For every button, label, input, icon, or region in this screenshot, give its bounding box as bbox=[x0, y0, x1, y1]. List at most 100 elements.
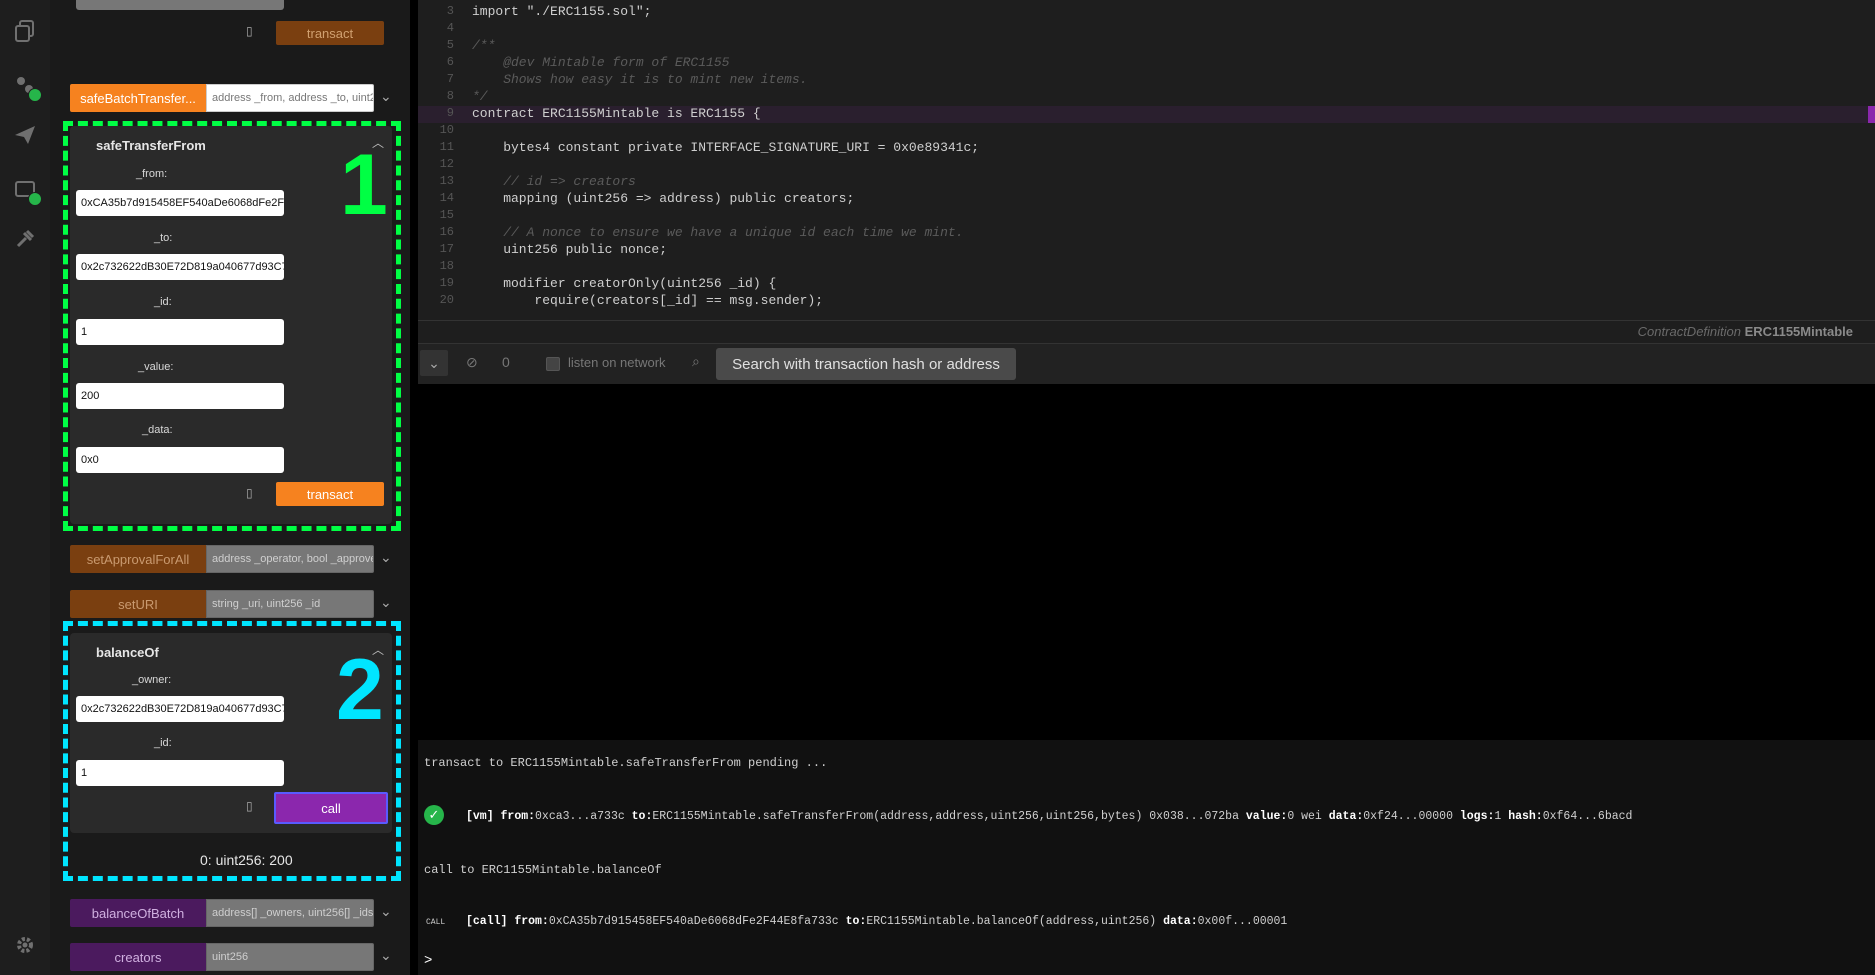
line-number: 10 bbox=[439, 123, 454, 137]
call-badge: CALL bbox=[426, 918, 446, 927]
code-line: 9 contract ERC1155Mintable is ERC1155 { bbox=[418, 106, 1875, 123]
listen-checkbox[interactable] bbox=[546, 357, 560, 371]
code-line: 5 /** bbox=[418, 38, 1875, 55]
search-icon: ⌕ bbox=[692, 353, 700, 369]
function-row-balanceOfBatch: balanceOfBatch address[] _owners, uint25… bbox=[70, 899, 374, 927]
collapse-terminal-icon[interactable]: ⌄ bbox=[420, 350, 448, 376]
code-editor[interactable]: 3 import "./ERC1155.sol"; 4 5 /** 6 @dev Mint… bbox=[418, 0, 1875, 344]
line-code: */ bbox=[472, 89, 488, 104]
line-code: bytes4 constant private INTERFACE_SIGNAT… bbox=[472, 140, 980, 155]
code-line: 7 Shows how easy it is to mint new items… bbox=[418, 72, 1875, 89]
log-pending: transact to ERC1155Mintable.safeTransfer… bbox=[424, 756, 828, 770]
terminal-logs: transact to ERC1155Mintable.safeTransfer… bbox=[418, 740, 1875, 975]
line-number: 6 bbox=[446, 55, 454, 69]
chevron-down-icon[interactable]: ⌄ bbox=[380, 549, 392, 566]
line-code: uint256 public nonce; bbox=[472, 242, 668, 257]
code-line: 15 bbox=[418, 208, 1875, 225]
chevron-down-icon[interactable]: ⌄ bbox=[380, 88, 392, 105]
chevron-down-icon[interactable]: ⌄ bbox=[380, 594, 392, 611]
annotation-box-1 bbox=[63, 121, 401, 531]
code-line: 11 bytes4 constant private INTERFACE_SIG… bbox=[418, 140, 1875, 157]
editor-status-bar: ContractDefinition ERC1155Mintable bbox=[418, 320, 1875, 344]
settings-icon[interactable] bbox=[14, 934, 36, 956]
code-line: 13 // id => creators bbox=[418, 174, 1875, 191]
line-code: modifier creatorOnly(uint256 _id) { bbox=[472, 276, 777, 291]
log-vm-transaction[interactable]: [vm] from:0xca3...a733c to:ERC1155Mintab… bbox=[466, 810, 1632, 823]
line-number: 4 bbox=[446, 21, 454, 35]
setURI-params-input[interactable]: string _uri, uint256 _id bbox=[206, 590, 374, 618]
code-line: 19 modifier creatorOnly(uint256 _id) { bbox=[418, 276, 1875, 293]
safeBatchTransferFrom-params-input[interactable]: address _from, address _to, uint256[] _i… bbox=[206, 84, 374, 112]
line-code: contract ERC1155Mintable is ERC1155 { bbox=[472, 106, 761, 121]
status-name: ERC1155Mintable bbox=[1744, 324, 1853, 339]
icon-sidebar bbox=[0, 0, 50, 975]
line-number: 13 bbox=[439, 174, 454, 188]
partial-input[interactable] bbox=[76, 0, 284, 10]
code-line: 17 uint256 public nonce; bbox=[418, 242, 1875, 259]
chevron-down-icon[interactable]: ⌄ bbox=[380, 947, 392, 964]
code-line: 3 import "./ERC1155.sol"; bbox=[418, 4, 1875, 21]
line-number: 18 bbox=[439, 259, 454, 273]
success-check-icon bbox=[28, 88, 42, 102]
success-check-icon bbox=[28, 192, 42, 206]
line-number: 16 bbox=[439, 225, 454, 239]
line-number: 9 bbox=[446, 106, 454, 120]
clipboard-icon[interactable]: ▯ bbox=[246, 24, 253, 38]
deploy-icon[interactable] bbox=[14, 124, 36, 146]
code-line: 8 */ bbox=[418, 89, 1875, 106]
setApprovalForAll-params-input[interactable]: address _operator, bool _approved bbox=[206, 545, 374, 573]
line-number: 17 bbox=[439, 242, 454, 256]
line-code: require(creators[_id] == msg.sender); bbox=[472, 293, 824, 308]
balanceOfBatch-params-input[interactable]: address[] _owners, uint256[] _ids bbox=[206, 899, 374, 927]
balanceOfBatch-button[interactable]: balanceOfBatch bbox=[70, 899, 206, 927]
code-line: 18 bbox=[418, 259, 1875, 276]
status-text: ContractDefinition ERC1155Mintable bbox=[1638, 324, 1853, 339]
setApprovalForAll-button[interactable]: setApprovalForAll bbox=[70, 545, 206, 573]
line-number: 8 bbox=[446, 89, 454, 103]
code-line: 4 bbox=[418, 21, 1875, 38]
chevron-down-icon[interactable]: ⌄ bbox=[380, 903, 392, 920]
code-line: 10 bbox=[418, 123, 1875, 140]
code-line: 20 require(creators[_id] == msg.sender); bbox=[418, 293, 1875, 310]
line-code: mapping (uint256 => address) public crea… bbox=[472, 191, 855, 206]
line-code: // id => creators bbox=[472, 174, 636, 189]
line-number: 20 bbox=[439, 293, 454, 307]
code-line: 6 @dev Mintable form of ERC1155 bbox=[418, 55, 1875, 72]
search-input[interactable]: Search with transaction hash or address bbox=[716, 348, 1016, 380]
line-number: 19 bbox=[439, 276, 454, 290]
code-line: 14 mapping (uint256 => address) public c… bbox=[418, 191, 1875, 208]
line-code: @dev Mintable form of ERC1155 bbox=[472, 55, 730, 70]
line-number: 11 bbox=[439, 140, 454, 154]
function-row-creators: creators uint256 bbox=[70, 943, 374, 971]
setURI-button[interactable]: setURI bbox=[70, 590, 206, 618]
code-line: 12 bbox=[418, 157, 1875, 174]
line-code: // A nonce to ensure we have a unique id… bbox=[472, 225, 964, 240]
log-call: call to ERC1155Mintable.balanceOf bbox=[424, 863, 662, 877]
transact-button[interactable]: transact bbox=[276, 21, 384, 45]
status-kind: ContractDefinition bbox=[1637, 324, 1741, 339]
line-number: 12 bbox=[439, 157, 454, 171]
annotation-box-2 bbox=[63, 621, 401, 881]
listen-label: listen on network bbox=[568, 355, 666, 370]
debug-icon[interactable] bbox=[14, 178, 42, 206]
function-row-safeBatchTransferFrom: safeBatchTransfer... address _from, addr… bbox=[70, 84, 374, 112]
terminal-body bbox=[418, 384, 1875, 740]
success-check-icon: ✓ bbox=[424, 805, 444, 825]
plugin-icon[interactable] bbox=[14, 228, 36, 250]
line-number: 14 bbox=[439, 191, 454, 205]
line-number: 5 bbox=[446, 38, 454, 52]
function-row-setURI: setURI string _uri, uint256 _id bbox=[70, 590, 374, 618]
terminal-prompt[interactable]: > bbox=[424, 953, 432, 969]
files-icon[interactable] bbox=[14, 20, 36, 42]
line-code: Shows how easy it is to mint new items. bbox=[472, 72, 808, 87]
line-number: 15 bbox=[439, 208, 454, 222]
clear-console-icon[interactable]: ⊘ bbox=[466, 354, 478, 371]
compile-icon[interactable] bbox=[14, 74, 42, 102]
code-line: 16 // A nonce to ensure we have a unique… bbox=[418, 225, 1875, 242]
creators-button[interactable]: creators bbox=[70, 943, 206, 971]
line-code: import "./ERC1155.sol"; bbox=[472, 4, 652, 19]
log-call-detail[interactable]: [call] from:0xCA35b7d915458EF540aDe6068d… bbox=[466, 915, 1287, 928]
safeBatchTransferFrom-button[interactable]: safeBatchTransfer... bbox=[70, 84, 206, 112]
creators-params-input[interactable]: uint256 bbox=[206, 943, 374, 971]
line-number: 3 bbox=[446, 4, 454, 18]
